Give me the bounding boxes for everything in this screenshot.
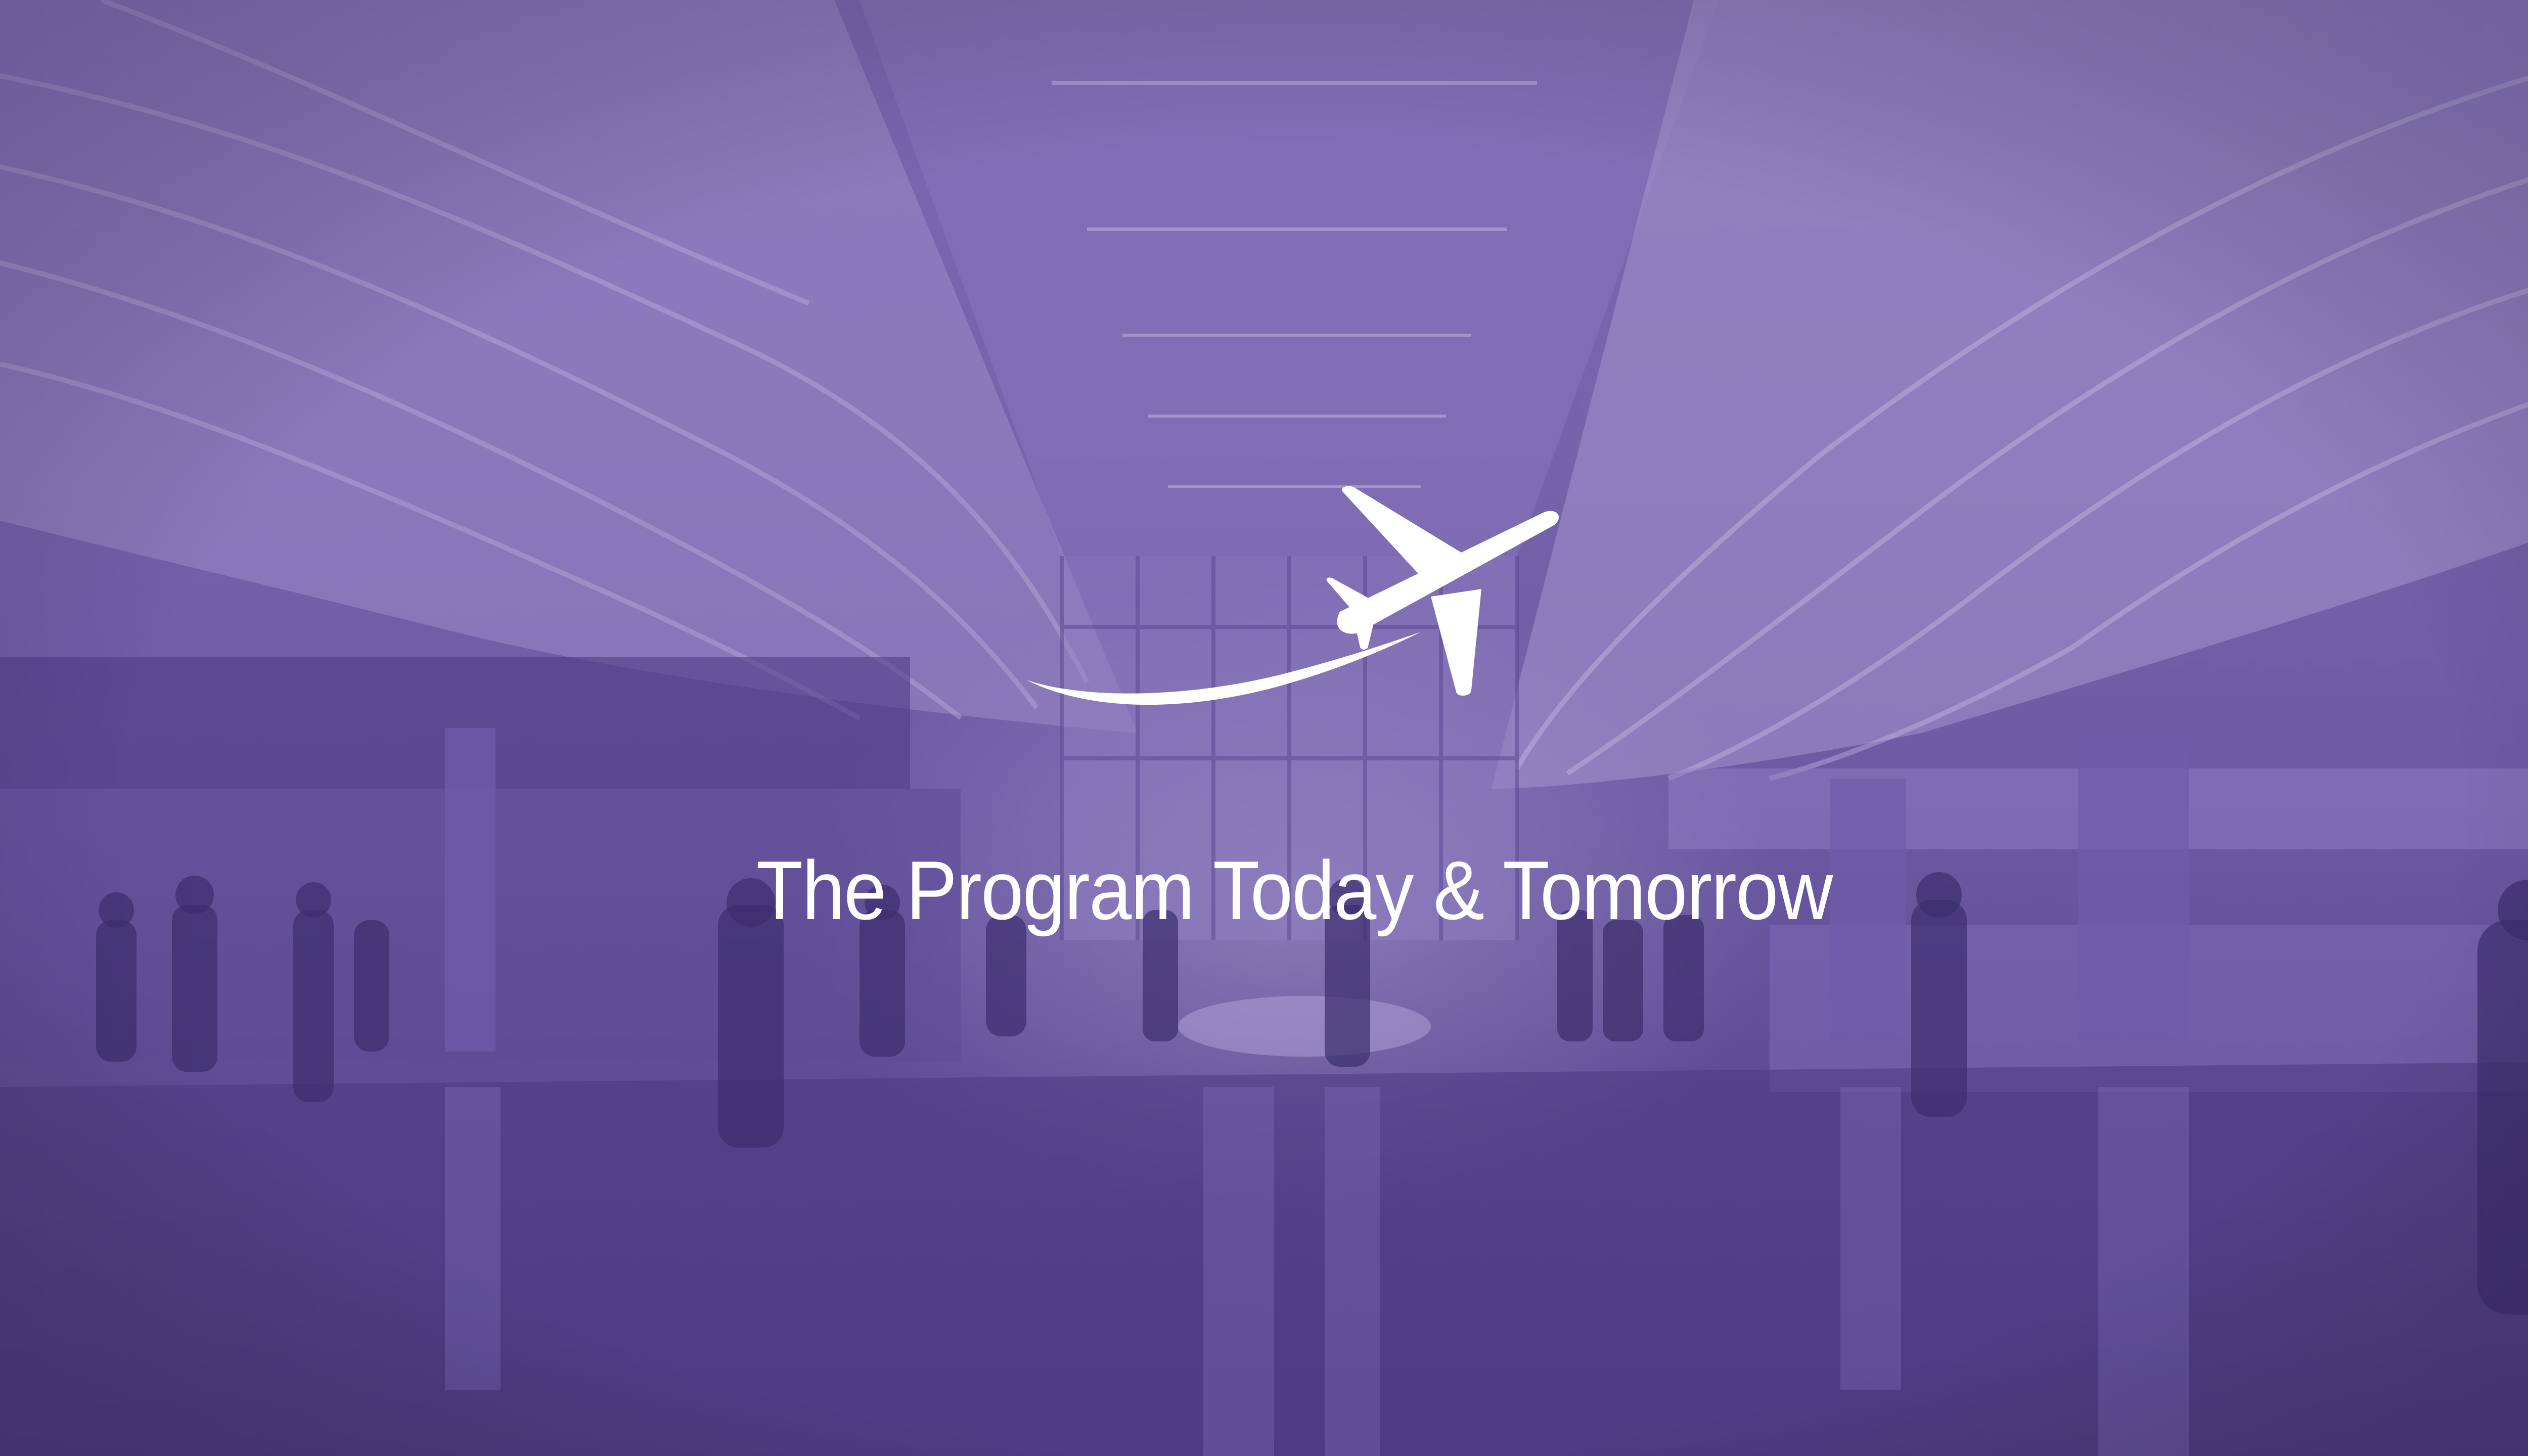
terminal-background-photo	[0, 0, 2528, 1456]
airplane-takeoff-icon	[1026, 486, 1559, 705]
slide-title: The Program Today & Tomorrow	[756, 843, 1833, 937]
title-container: The Program Today & Tomorrow	[0, 789, 2528, 992]
title-slide: The Program Today & Tomorrow	[0, 0, 2528, 1456]
